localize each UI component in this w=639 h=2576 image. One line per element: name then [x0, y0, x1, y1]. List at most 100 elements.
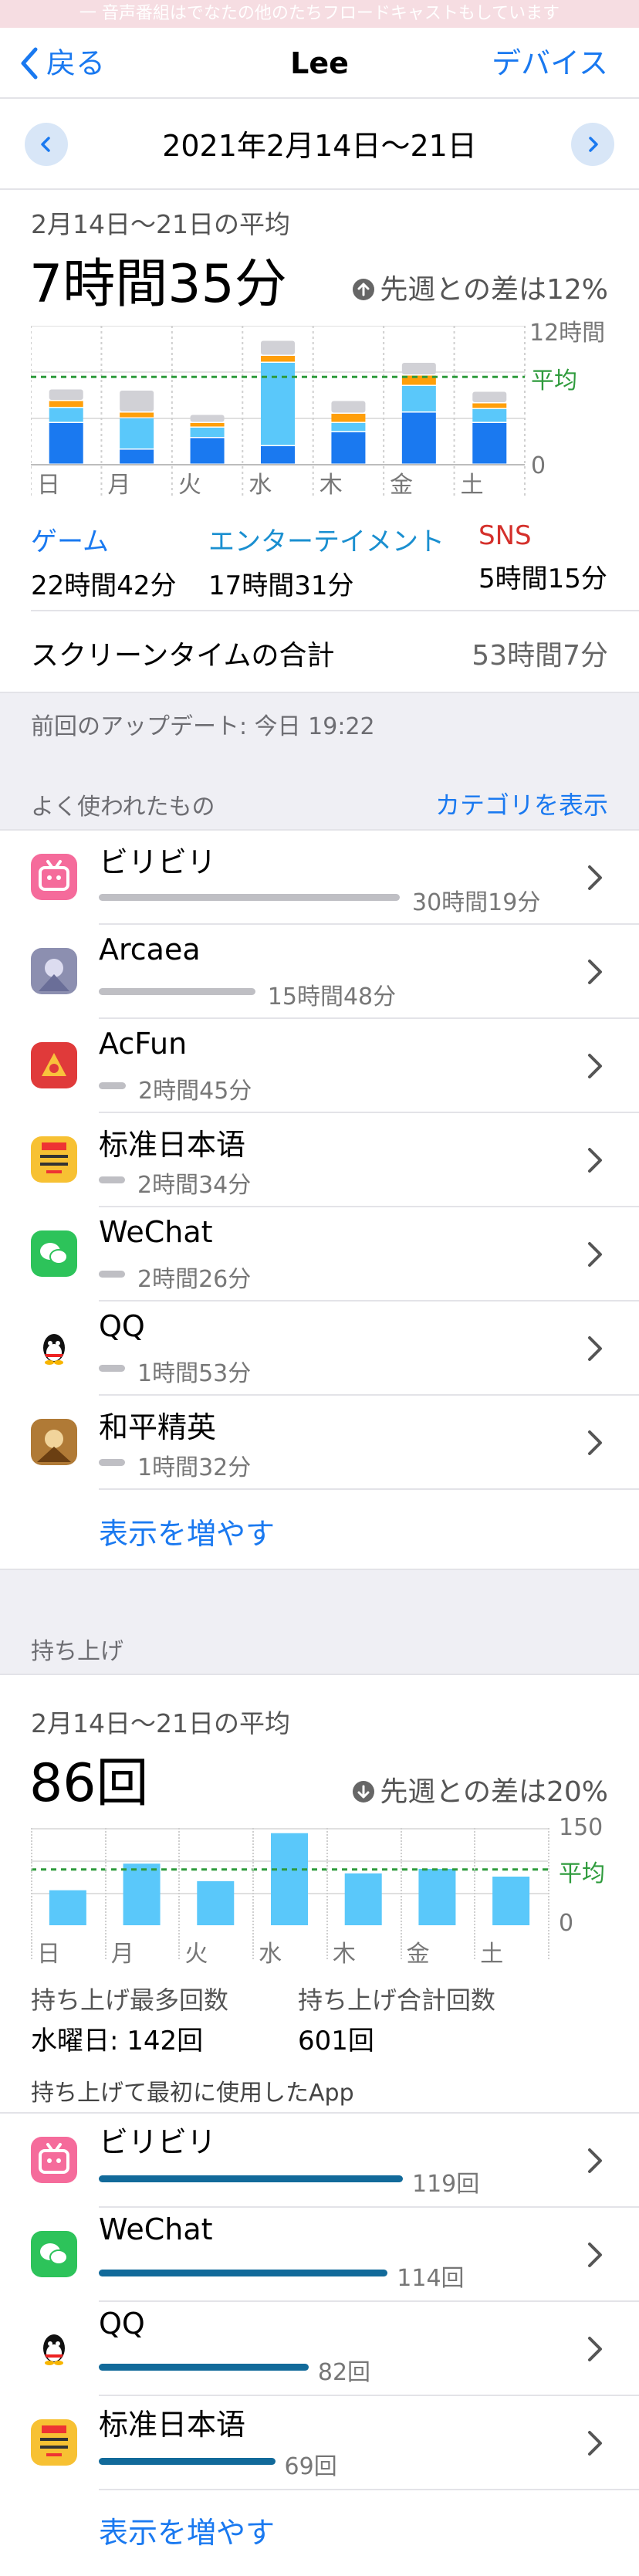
- bar-segment: [120, 391, 154, 411]
- y-axis-max-label: 12時間: [529, 320, 606, 347]
- category-games-time: 22時間42分: [31, 570, 177, 601]
- peacekeeper-icon: [31, 1419, 77, 1465]
- pickups-y-zero-label: 0: [559, 1910, 574, 1937]
- nihongo-icon: [31, 2419, 77, 2466]
- total-pickups-label: 持ち上げ合計回数: [298, 1985, 496, 2015]
- pickups-y-max-label: 150: [559, 1814, 604, 1841]
- first-used-app-row[interactable]: WeChat 114回: [0, 2208, 639, 2302]
- grid-line: [474, 1828, 476, 1959]
- pickup-bar: [49, 1890, 86, 1925]
- x-tick-label: 木: [332, 1941, 356, 1968]
- x-tick-label: 木: [320, 472, 343, 499]
- first-used-app-row[interactable]: QQ 82回: [0, 2302, 639, 2396]
- bilibili-icon: [31, 854, 77, 900]
- pickups-average-tag: 平均: [559, 1860, 605, 1887]
- qq-icon: [31, 1325, 77, 1371]
- chevron-right-icon: [588, 2337, 602, 2361]
- bar-segment: [120, 412, 154, 418]
- bar-segment: [261, 446, 295, 464]
- usage-time: 30時間19分: [412, 889, 541, 916]
- app-row[interactable]: Arcaea 15時間48分: [0, 925, 639, 1019]
- first-used-app-row[interactable]: 标准日本语 69回: [0, 2396, 639, 2490]
- app-row[interactable]: 和平精英 1時間32分: [0, 1396, 639, 1490]
- next-week-button[interactable]: [571, 123, 614, 166]
- y-axis-zero-label: 0: [531, 452, 546, 479]
- devices-button[interactable]: デバイス: [492, 28, 608, 99]
- bar-segment: [190, 428, 225, 437]
- app-row[interactable]: 标准日本语 2時間34分: [0, 1113, 639, 1207]
- x-tick-label: 火: [184, 1941, 208, 1968]
- bar-segment: [331, 414, 366, 422]
- app-name: ビリビリ: [99, 2125, 217, 2159]
- app-row[interactable]: ビリビリ 30時間19分: [0, 831, 639, 925]
- app-row[interactable]: WeChat 2時間26分: [0, 1207, 639, 1302]
- bar-segment: [49, 408, 83, 422]
- pickup-bar: [197, 1880, 235, 1925]
- pickup-bar: [344, 1873, 382, 1925]
- app-name: ビリビリ: [99, 845, 217, 879]
- average-value: 7時間35分: [29, 254, 287, 315]
- chevron-right-icon: [588, 2431, 602, 2456]
- arrow-down-circle-icon: [353, 1781, 375, 1803]
- app-name: 标准日本语: [99, 1128, 246, 1162]
- wechat-icon: [31, 1230, 77, 1277]
- most-pickups-value: 水曜日: 142回: [31, 2026, 204, 2056]
- app-name: WeChat: [99, 1215, 213, 1249]
- pickup-bar: [271, 1833, 308, 1925]
- grid-line: [252, 1828, 255, 1959]
- app-row[interactable]: QQ 1時間53分: [0, 1302, 639, 1396]
- chevron-right-icon: [589, 137, 598, 152]
- usage-bar: [99, 894, 400, 901]
- app-name: QQ: [99, 1309, 145, 1343]
- screen-time-card: 2月14日～21日の平均 7時間35分 先週との差は12% 日 月 火 水 木 金 土 12…: [0, 190, 639, 692]
- average-tag: 平均: [531, 367, 577, 394]
- pickups-average-label: 2月14日～21日の平均: [31, 1708, 290, 1738]
- bar-segment: [472, 423, 507, 464]
- pickup-bar: [492, 1877, 530, 1925]
- bar-segment: [331, 423, 366, 432]
- pickup-count: 119回: [412, 2171, 480, 2198]
- app-name: AcFun: [99, 1027, 188, 1061]
- app-name: Arcaea: [99, 933, 201, 966]
- usage-bar: [99, 1176, 125, 1183]
- pickup-bar: [418, 1868, 456, 1925]
- show-more-apps-button[interactable]: 表示を増やす: [99, 1510, 275, 1552]
- pickup-count: 114回: [397, 2265, 465, 2292]
- first-used-app-row[interactable]: ビリビリ 119回: [0, 2114, 639, 2208]
- bar-segment: [472, 409, 507, 422]
- week-selector: 2021年2月14日～21日: [0, 99, 639, 190]
- bar-segment: [401, 412, 436, 464]
- chevron-right-icon: [588, 1430, 602, 1455]
- x-tick-label: 土: [480, 1941, 504, 1968]
- bar-segment: [261, 340, 295, 355]
- app-row[interactable]: AcFun 2時間45分: [0, 1019, 639, 1113]
- change-indicator: 先週との差は12%: [352, 267, 608, 307]
- bar-segment: [49, 389, 83, 400]
- category-games: ゲーム 22時間42分: [31, 520, 177, 602]
- week-range: 2021年2月14日～21日: [162, 129, 477, 163]
- x-tick-label: 日: [37, 1941, 60, 1968]
- back-button[interactable]: 戻る: [20, 28, 105, 99]
- bar-segment: [190, 415, 225, 422]
- bar-segment: [120, 418, 154, 449]
- grid-line: [178, 1828, 181, 1959]
- show-more-pickups-button[interactable]: 表示を増やす: [99, 2509, 275, 2551]
- usage-time: 15時間48分: [267, 983, 397, 1010]
- chevron-right-icon: [588, 2148, 602, 2173]
- most-used-list: ビリビリ 30時間19分 Arcaea 15時間48分 AcFun 2時間45分 标准日本语…: [0, 829, 639, 1570]
- usage-bar: [99, 1082, 127, 1089]
- x-tick-label: 水: [248, 472, 272, 499]
- first-used-label: 持ち上げて最初に使用したApp: [31, 2080, 354, 2107]
- grid-line: [400, 1828, 402, 1959]
- x-tick-label: 月: [107, 472, 130, 499]
- grid-line: [326, 1828, 328, 1959]
- pickups-average-value: 86回: [29, 1753, 149, 1814]
- pickup-count-bar: [99, 2364, 309, 2371]
- show-categories-link[interactable]: カテゴリを表示: [435, 786, 608, 821]
- back-label: 戻る: [46, 46, 106, 80]
- grid-line: [31, 1828, 32, 1959]
- x-tick-label: 月: [110, 1941, 134, 1968]
- qq-icon: [31, 2325, 77, 2371]
- usage-time: 2時間34分: [137, 1172, 252, 1199]
- pickup-count-bar: [99, 2270, 388, 2276]
